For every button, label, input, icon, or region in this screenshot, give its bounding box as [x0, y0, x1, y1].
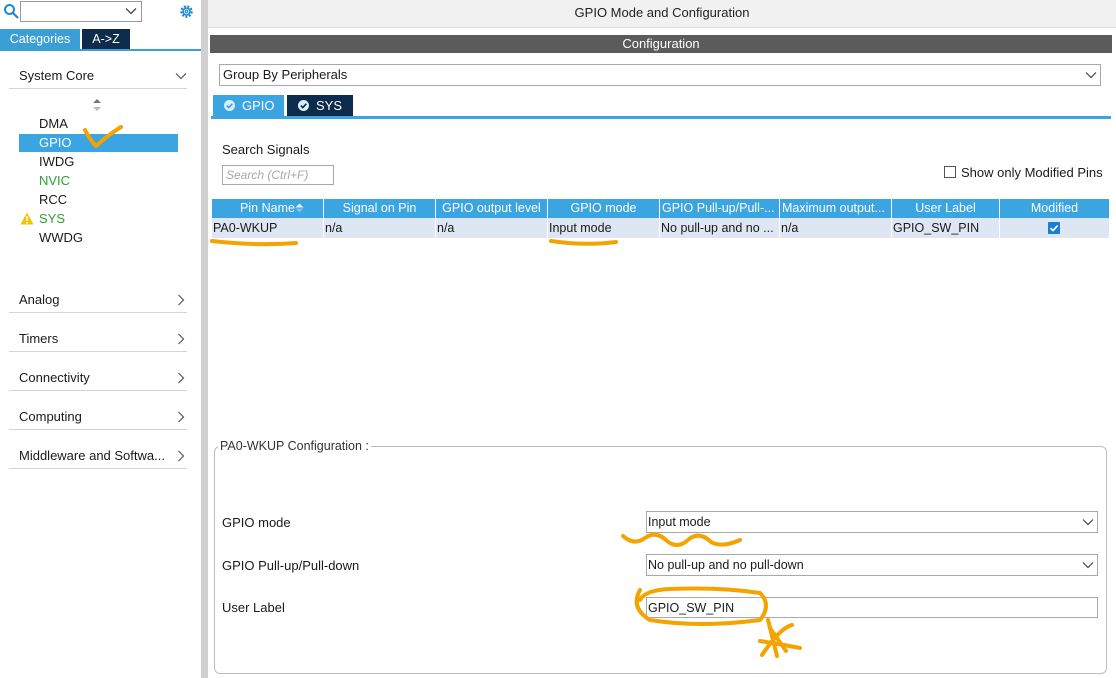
category-label: Middleware and Softwa... — [19, 448, 165, 463]
warning-icon — [20, 212, 34, 225]
chevron-right-icon — [178, 411, 185, 423]
column-header-output-level[interactable]: GPIO output level — [436, 199, 548, 218]
category-label: Timers — [19, 331, 59, 346]
sidebar-item-gpio[interactable]: GPIO — [19, 134, 178, 152]
category-computing[interactable]: Computing — [19, 407, 187, 427]
annotation-underline — [210, 239, 298, 247]
user-label-value: GPIO_SW_PIN — [648, 601, 735, 615]
chevron-right-icon — [178, 333, 185, 345]
show-modified-checkbox[interactable] — [944, 166, 956, 178]
column-header-pin-name[interactable]: Pin Name — [212, 199, 324, 218]
pin-config-title: PA0-WKUP Configuration : — [218, 439, 371, 453]
tab-sys[interactable]: SYS — [287, 95, 353, 116]
gpio-mode-dropdown[interactable]: Input mode — [646, 511, 1098, 533]
table-cell-pin-name[interactable]: PA0-WKUP — [212, 218, 324, 238]
column-header-signal[interactable]: Signal on Pin — [324, 199, 436, 218]
sidebar-item-iwdg[interactable]: IWDG — [19, 153, 178, 171]
category-label: Computing — [19, 409, 82, 424]
search-icon[interactable] — [3, 3, 19, 19]
category-system-core[interactable]: System Core — [19, 66, 187, 86]
column-header-pull[interactable]: GPIO Pull-up/Pull-... — [660, 199, 780, 218]
chevron-down-icon — [1082, 562, 1094, 569]
pull-dropdown[interactable]: No pull-up and no pull-down — [646, 554, 1098, 576]
column-header-modified[interactable]: Modified — [1000, 199, 1109, 218]
tab-underline — [211, 116, 1111, 119]
chevron-down-icon — [1085, 72, 1097, 79]
sidebar-item-dma[interactable]: DMA — [19, 115, 178, 133]
tab-label: SYS — [316, 98, 343, 113]
category-connectivity[interactable]: Connectivity — [19, 368, 187, 388]
chevron-right-icon — [178, 372, 185, 384]
group-by-value: Group By Peripherals — [223, 67, 348, 82]
column-header-gpio-mode[interactable]: GPIO mode — [548, 199, 660, 218]
tab-gpio[interactable]: GPIO — [213, 95, 284, 116]
chevron-right-icon — [178, 294, 185, 306]
sidebar-item-wwdg[interactable]: WWDG — [19, 229, 178, 247]
sidebar-item-sys[interactable]: SYS — [19, 210, 178, 228]
check-circle-icon — [224, 100, 235, 111]
search-combo[interactable] — [20, 1, 142, 22]
user-label-input[interactable]: GPIO_SW_PIN — [646, 597, 1098, 618]
category-label: Analog — [19, 292, 60, 307]
table-cell-signal[interactable]: n/a — [324, 218, 436, 238]
category-middleware[interactable]: Middleware and Softwa... — [19, 446, 187, 466]
check-circle-icon — [298, 100, 309, 111]
gear-icon[interactable] — [178, 3, 195, 20]
column-header-user-label[interactable]: User Label — [892, 199, 1000, 218]
table-cell-output-level[interactable]: n/a — [436, 218, 548, 238]
divider — [9, 468, 187, 469]
page-title: GPIO Mode and Configuration — [208, 0, 1116, 28]
sort-icon — [295, 203, 304, 213]
category-label: System Core — [19, 68, 95, 83]
column-header-max-output[interactable]: Maximum output... — [780, 199, 892, 218]
divider — [9, 312, 187, 313]
table-cell-max-output[interactable]: n/a — [780, 218, 892, 238]
tab-underline — [0, 49, 201, 51]
tab-a-to-z[interactable]: A->Z — [82, 29, 130, 49]
sort-icon[interactable] — [92, 98, 102, 112]
search-signals-label: Search Signals — [222, 142, 310, 157]
divider — [9, 88, 187, 89]
sidebar-item-nvic[interactable]: NVIC — [19, 172, 178, 190]
panel-splitter[interactable] — [201, 0, 208, 678]
sidebar-item-rcc[interactable]: RCC — [19, 191, 178, 209]
chevron-down-icon — [125, 8, 137, 15]
tab-categories[interactable]: Categories — [0, 29, 80, 49]
divider — [9, 429, 187, 430]
divider — [9, 351, 187, 352]
checkbox-checked-icon[interactable] — [1048, 222, 1060, 234]
table-cell-gpio-mode[interactable]: Input mode — [548, 218, 660, 238]
show-modified-label: Show only Modified Pins — [961, 165, 1103, 180]
tab-label: GPIO — [242, 98, 275, 113]
pull-value: No pull-up and no pull-down — [648, 558, 804, 572]
gpio-mode-label: GPIO mode — [222, 515, 291, 530]
group-by-dropdown[interactable]: Group By Peripherals — [219, 64, 1101, 86]
chevron-down-icon — [175, 73, 187, 80]
table-cell-user-label[interactable]: GPIO_SW_PIN — [892, 218, 1000, 238]
chevron-right-icon — [178, 450, 185, 462]
table-cell-pull[interactable]: No pull-up and no ... — [660, 218, 780, 238]
category-label: Connectivity — [19, 370, 90, 385]
chevron-down-icon — [1082, 519, 1094, 526]
user-label-label: User Label — [222, 600, 285, 615]
configuration-header: Configuration — [210, 35, 1112, 53]
category-analog[interactable]: Analog — [19, 290, 187, 310]
category-timers[interactable]: Timers — [19, 329, 187, 349]
gpio-mode-value: Input mode — [648, 515, 711, 529]
annotation-underline — [549, 239, 618, 246]
search-signals-input[interactable]: Search (Ctrl+F) — [222, 165, 334, 185]
divider — [9, 390, 187, 391]
pull-label: GPIO Pull-up/Pull-down — [222, 558, 360, 573]
